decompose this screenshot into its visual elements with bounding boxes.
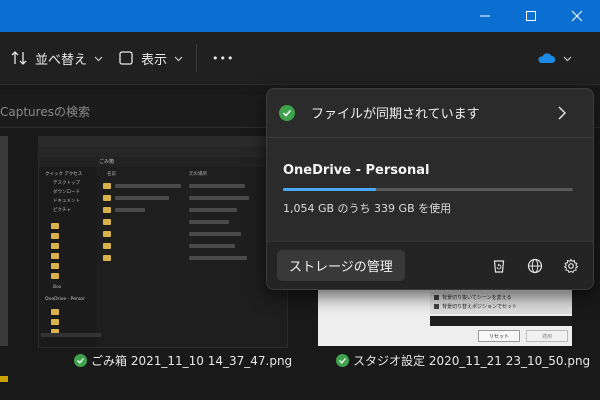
- close-icon: [571, 10, 583, 22]
- thumb-reset-button: リセット: [478, 330, 520, 342]
- web-view-button[interactable]: [525, 256, 545, 276]
- folder-icon: [103, 183, 111, 189]
- blurred-text: [189, 220, 229, 224]
- thumb-tree-onedrive: OneDrive - Persor: [45, 297, 85, 302]
- folder-icon: [103, 195, 111, 201]
- sort-button[interactable]: 並べ替え: [10, 44, 103, 72]
- folder-icon: [51, 223, 59, 229]
- file-name: スタジオ設定 2020_11_21 23_10_50.png: [353, 354, 591, 368]
- thumb-toolbar: [39, 147, 287, 157]
- folder-icon: [51, 253, 59, 259]
- thumb-tree-box: Box: [53, 285, 62, 290]
- storage-bar-fill: [283, 188, 376, 191]
- onedrive-button[interactable]: [536, 44, 572, 72]
- view-icon: [119, 51, 133, 65]
- thumb-status-bar: [41, 333, 101, 337]
- gear-icon: [563, 258, 579, 274]
- chevron-down-icon: [174, 56, 183, 61]
- more-options-button[interactable]: •••: [212, 44, 234, 72]
- blurred-text: [189, 232, 241, 236]
- thumb-tree-download: ダウンロード: [53, 190, 80, 195]
- sort-icon: [11, 51, 27, 65]
- toolbar-divider: [196, 44, 197, 72]
- thumb2-line2: 背景切り替えポジションでセット: [442, 304, 518, 310]
- minimize-button[interactable]: [462, 0, 508, 32]
- folder-icon: [103, 255, 111, 261]
- synced-check-icon: [336, 354, 349, 367]
- sync-ok-icon: [279, 105, 295, 121]
- thumb-nav-pane: クイック アクセス デスクトップ ダウンロード ドキュメント ピクチャ Box …: [39, 167, 97, 347]
- folder-icon: [103, 219, 111, 225]
- folder-icon: [51, 243, 59, 249]
- blurred-text: [189, 256, 247, 260]
- title-bar: [0, 0, 600, 32]
- checkbox-icon: [434, 304, 439, 309]
- folder-icon: [103, 231, 111, 237]
- thumb-tree-quick: クイック アクセス: [45, 172, 83, 177]
- thumb-options-panel: 背景切り抜いてシーンを変える 背景切り替えポジションでセット: [430, 292, 572, 314]
- more-icon: •••: [212, 51, 235, 65]
- folder-icon: [51, 309, 59, 315]
- blurred-text: [189, 208, 237, 212]
- manage-storage-button[interactable]: ストレージの管理: [277, 250, 405, 281]
- partial-thumbnail[interactable]: [0, 136, 8, 346]
- synced-check-icon: [74, 354, 87, 367]
- folder-icon: [51, 273, 59, 279]
- file-caption[interactable]: ごみ箱 2021_11_10 14_37_47.png: [74, 352, 292, 369]
- thumb2-line1: 背景切り抜いてシーンを変える: [442, 295, 512, 301]
- checkbox-icon: [434, 295, 439, 300]
- globe-icon: [527, 258, 543, 274]
- recycle-bin-button[interactable]: [489, 256, 509, 276]
- recycle-bin-icon: [493, 260, 505, 273]
- close-button[interactable]: [554, 0, 600, 32]
- blurred-text: [189, 244, 235, 248]
- folder-icon: [103, 207, 111, 213]
- blurred-text: [115, 208, 145, 212]
- settings-button[interactable]: [561, 256, 581, 276]
- sync-status-text: ファイルが同期されています: [311, 107, 480, 122]
- thumb-tree-docs: ドキュメント: [53, 199, 80, 204]
- file-name: ごみ箱 2021_11_10 14_37_47.png: [91, 354, 293, 368]
- sort-label: 並べ替え: [35, 52, 88, 68]
- folder-icon: [103, 243, 111, 249]
- storage-bar-track: [283, 188, 573, 191]
- maximize-button[interactable]: [508, 0, 554, 32]
- command-bar: 並べ替え 表示 •••: [0, 32, 600, 85]
- file-thumbnail[interactable]: 背景切り抜いてシーンを変える 背景切り替えポジションでセット リセット 適用: [318, 286, 572, 346]
- thumb-path: ごみ箱: [99, 159, 115, 165]
- thumb-apply-button: 適用: [526, 330, 568, 342]
- onedrive-flyout: ファイルが同期されています OneDrive - Personal 1,054 …: [266, 88, 594, 290]
- blurred-text: [189, 196, 249, 200]
- sync-status-row[interactable]: ファイルが同期されています: [267, 89, 593, 138]
- folder-icon: [51, 233, 59, 239]
- minimize-icon: [480, 15, 490, 17]
- chevron-down-icon: [94, 56, 103, 61]
- folder-icon: [51, 319, 59, 325]
- thumb-tree-pics: ピクチャ: [53, 208, 71, 213]
- thumb-addressbar: ごみ箱: [39, 157, 287, 167]
- folder-icon: [51, 263, 59, 269]
- onedrive-cloud-icon: [538, 53, 556, 63]
- flyout-footer: ストレージの管理: [267, 241, 593, 289]
- account-name: OneDrive - Personal: [283, 163, 430, 178]
- thumb-tree-desktop: デスクトップ: [53, 181, 80, 186]
- chevron-down-icon: [563, 56, 572, 61]
- thumb-dark-strip: [430, 316, 572, 326]
- chevron-right-icon: [558, 106, 567, 120]
- maximize-icon: [526, 11, 536, 21]
- partial-thumbnail-strip: [0, 376, 8, 382]
- view-button[interactable]: 表示: [118, 44, 183, 72]
- file-caption[interactable]: スタジオ設定 2020_11_21 23_10_50.png: [336, 352, 590, 369]
- file-thumbnail[interactable]: ごみ箱 クイック アクセス デスクトップ ダウンロード ドキュメント ピクチャ …: [38, 136, 288, 348]
- storage-usage-text: 1,054 GB のうち 339 GB を使用: [283, 202, 452, 215]
- blurred-text: [189, 184, 245, 188]
- thumb-col-location: 元の場所: [189, 172, 207, 177]
- view-label: 表示: [141, 52, 168, 68]
- blurred-text: [115, 184, 181, 188]
- thumb-col-name: 名前: [107, 172, 116, 177]
- thumb-titlebar: [39, 137, 287, 147]
- search-input[interactable]: Capturesの検索: [0, 103, 90, 120]
- blurred-text: [115, 196, 169, 200]
